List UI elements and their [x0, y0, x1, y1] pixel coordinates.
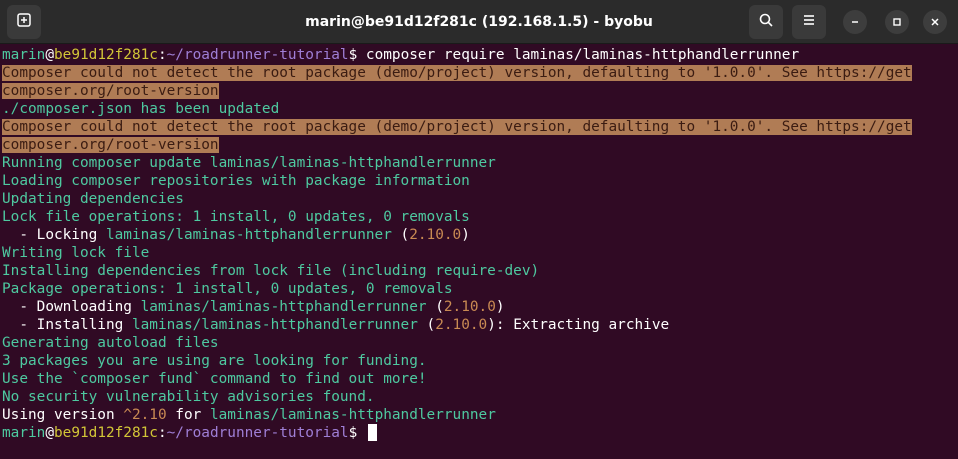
menu-button[interactable]	[792, 5, 826, 39]
version-paren-open: (	[391, 227, 410, 243]
output-line: Installing dependencies from lock file (…	[2, 263, 540, 279]
package-version: 2.10.0	[435, 317, 488, 333]
output-line: Using version ^2.10 for laminas/laminas-…	[2, 406, 496, 424]
prompt-colon: :	[157, 425, 167, 441]
output-line: - Downloading laminas/laminas-httphandle…	[2, 298, 505, 316]
output-line: No security vulnerability advisories fou…	[2, 389, 375, 405]
warning-text: Composer could not detect the root packa…	[2, 65, 912, 81]
warning-line: Composer could not detect the root packa…	[2, 118, 912, 136]
prompt-host: be91d12f281c	[54, 425, 158, 441]
output-line: 3 packages you are using are looking for…	[2, 353, 427, 369]
output-line: Use the `composer fund` command to find …	[2, 371, 427, 387]
using-version-value: ^2.10	[123, 407, 167, 423]
output-line: - Installing laminas/laminas-httphandler…	[2, 316, 669, 334]
output-line: Package operations: 1 install, 0 updates…	[2, 281, 453, 297]
maximize-button[interactable]	[885, 10, 909, 34]
maximize-icon	[891, 13, 903, 32]
version-paren-close: )	[495, 299, 505, 315]
warning-text: composer.org/root-version	[2, 137, 219, 153]
version-paren-close: )	[461, 227, 470, 243]
minimize-button[interactable]	[843, 10, 867, 34]
close-button[interactable]	[923, 10, 947, 34]
version-paren-close: )	[487, 317, 496, 333]
package-version: 2.10.0	[443, 299, 496, 315]
command-line: marin@be91d12f281c:~/roadrunner-tutorial…	[2, 46, 799, 64]
window-titlebar: marin@be91d12f281c (192.168.1.5) - byobu	[0, 0, 958, 44]
hamburger-menu-icon	[801, 12, 817, 32]
locking-prefix: - Locking	[2, 227, 106, 243]
using-version-prefix: Using version	[2, 407, 124, 423]
prompt-symbol: $	[348, 47, 366, 63]
close-icon	[929, 13, 941, 32]
command-text: composer require laminas/laminas-httphan…	[365, 47, 800, 63]
output-line: - Locking laminas/laminas-httphandlerrun…	[2, 226, 470, 244]
downloading-prefix: - Downloading	[2, 299, 141, 315]
text-cursor	[367, 424, 377, 441]
output-line: Loading composer repositories with packa…	[2, 173, 470, 189]
using-version-for: for	[166, 407, 210, 423]
terminal-output[interactable]: marin@be91d12f281c:~/roadrunner-tutorial…	[0, 44, 958, 459]
installing-prefix: - Installing	[2, 317, 132, 333]
warning-text: Composer could not detect the root packa…	[2, 119, 912, 135]
extracting-suffix: : Extracting archive	[495, 317, 670, 333]
version-paren-open: (	[417, 317, 436, 333]
version-paren-open: (	[426, 299, 444, 315]
prompt-path: ~/roadrunner-tutorial	[166, 47, 349, 63]
prompt-path: ~/roadrunner-tutorial	[166, 425, 349, 441]
warning-line: composer.org/root-version	[2, 136, 219, 154]
package-name: laminas/laminas-httphandlerrunner	[105, 227, 392, 243]
prompt-user: marin	[2, 425, 46, 441]
package-name: laminas/laminas-httphandlerrunner	[209, 407, 496, 423]
prompt-at: @	[45, 47, 54, 63]
minimize-icon	[849, 13, 861, 32]
prompt-line[interactable]: marin@be91d12f281c:~/roadrunner-tutorial…	[2, 424, 377, 442]
prompt-colon: :	[157, 47, 167, 63]
output-line: ./composer.json has been updated	[2, 101, 280, 117]
search-button[interactable]	[749, 5, 783, 39]
prompt-host: be91d12f281c	[54, 47, 158, 63]
prompt-user: marin	[2, 47, 46, 63]
warning-text: composer.org/root-version	[2, 83, 219, 99]
package-name: laminas/laminas-httphandlerrunner	[131, 317, 418, 333]
package-version: 2.10.0	[409, 227, 462, 243]
output-line: Generating autoload files	[2, 335, 219, 351]
package-name: laminas/laminas-httphandlerrunner	[140, 299, 427, 315]
output-line: Running composer update laminas/laminas-…	[2, 155, 496, 171]
output-line: Lock file operations: 1 install, 0 updat…	[2, 209, 470, 225]
search-icon	[758, 12, 774, 32]
prompt-at: @	[45, 425, 54, 441]
warning-line: Composer could not detect the root packa…	[2, 64, 912, 82]
warning-line: composer.org/root-version	[2, 82, 219, 100]
prompt-symbol: $	[348, 425, 366, 441]
output-line: Updating dependencies	[2, 191, 184, 207]
output-line: Writing lock file	[2, 245, 150, 261]
